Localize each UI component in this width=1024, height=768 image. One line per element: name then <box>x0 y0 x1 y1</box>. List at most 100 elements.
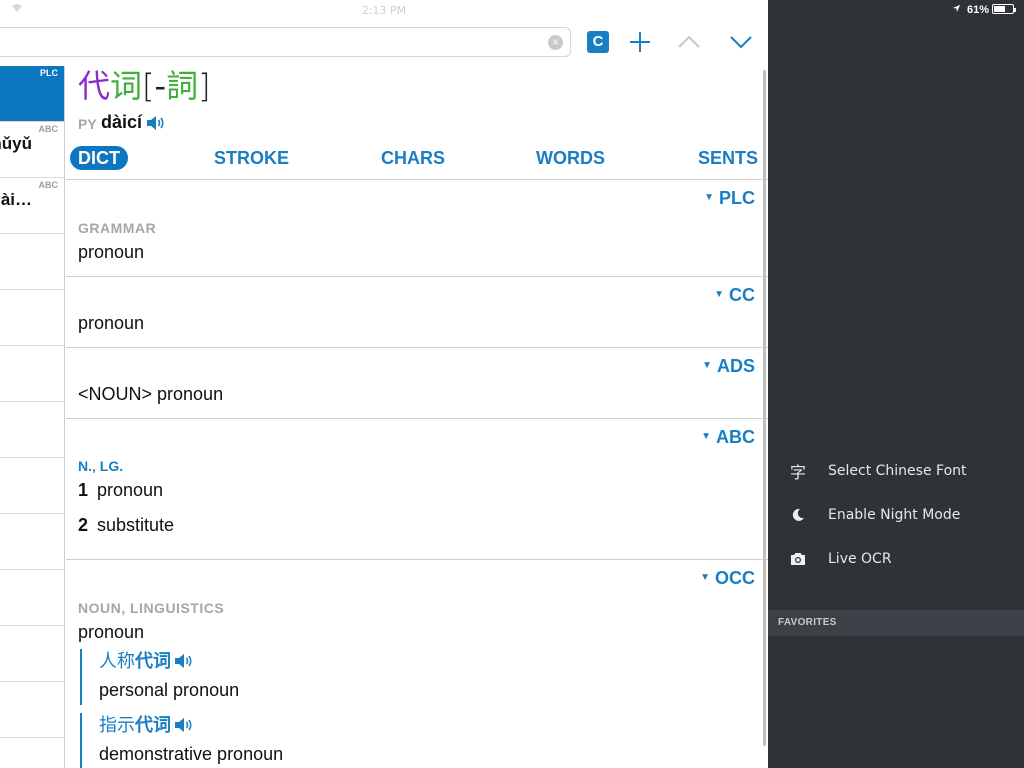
result-list-item[interactable] <box>0 738 64 768</box>
disclosure-triangle-icon: ▼ <box>704 192 714 203</box>
traditional-char-2: 詞 <box>166 67 199 105</box>
definition-section-occ: ▼ OCC NOUN, LINGUISTICS pronoun 人称代词 pers… <box>66 560 768 768</box>
chinese-character-icon: 字 <box>789 463 806 482</box>
result-list-item[interactable]: ABC ài… <box>0 178 64 234</box>
source-label: CC <box>729 285 755 305</box>
menu-select-chinese-font[interactable]: 字 Select Chinese Font <box>768 451 1024 495</box>
speaker-icon[interactable] <box>146 115 166 131</box>
menu-live-ocr[interactable]: Live OCR <box>768 539 1024 583</box>
definition-text: pronoun <box>78 313 145 333</box>
example-headword: 代词 <box>135 715 171 736</box>
headword-char-2: 词 <box>110 67 143 105</box>
status-time: 2:13 PM <box>361 4 407 17</box>
result-list-item[interactable] <box>0 570 64 626</box>
result-list-item[interactable] <box>0 290 64 346</box>
traditional-bracket-close: ] <box>198 67 211 105</box>
favorites-label: FAVORITES <box>778 617 837 628</box>
menu-label: Enable Night Mode <box>828 507 961 523</box>
source-toggle-cc[interactable]: ▼ CC <box>714 285 755 306</box>
chevron-down-icon[interactable] <box>726 27 756 57</box>
menu-enable-night-mode[interactable]: Enable Night Mode <box>768 495 1024 539</box>
result-source-badge: ABC <box>38 180 59 190</box>
search-input[interactable] <box>3 33 523 51</box>
pos-linguistics: LG. <box>99 458 124 474</box>
source-label: OCC <box>715 568 755 588</box>
location-arrow-icon <box>952 4 961 16</box>
sense-text: pronoun <box>97 480 164 500</box>
result-list-item[interactable] <box>0 234 64 290</box>
battery-percent: 61% <box>966 4 989 16</box>
source-toggle-abc[interactable]: ▼ ABC <box>701 427 755 448</box>
result-list-item[interactable]: PLC <box>0 66 64 122</box>
headword: 代词[-詞] <box>78 66 211 106</box>
definition-text: pronoun <box>78 622 145 642</box>
disclosure-triangle-icon: ▼ <box>701 431 711 442</box>
headword-char-1: 代 <box>78 67 111 105</box>
toolbar: × C <box>0 22 768 66</box>
entry-tabs: DICT STROKE CHARS WORDS SENTS <box>66 146 768 170</box>
result-list-item[interactable] <box>0 402 64 458</box>
scroll-indicator[interactable] <box>763 70 766 746</box>
disclosure-triangle-icon: ▼ <box>700 572 710 583</box>
menu-label: Live OCR <box>828 551 892 567</box>
clear-search-button[interactable]: × <box>548 35 563 50</box>
add-icon[interactable] <box>625 27 655 57</box>
example-chinese: 指示代词 <box>99 713 580 739</box>
definition-section-ads: ▼ ADS <NOUN> pronoun <box>66 348 768 419</box>
pinyin-label: PY <box>78 116 97 132</box>
result-list-item[interactable] <box>0 458 64 514</box>
result-list-item[interactable] <box>0 626 64 682</box>
result-list-item[interactable] <box>0 514 64 570</box>
camera-icon <box>788 551 808 571</box>
example-headword: 代词 <box>135 651 171 672</box>
definition-section-cc: ▼ CC pronoun <box>66 277 768 348</box>
example-english: personal pronoun <box>99 680 240 700</box>
pos-noun: N. <box>78 458 92 474</box>
result-text: nǔyǔ <box>0 134 32 153</box>
battery-tip <box>1014 8 1016 12</box>
definition-section-abc: ▼ ABC N., LG. 1 pronoun 2 substitute <box>66 419 768 560</box>
traditional-dash: - <box>154 67 167 105</box>
tab-words[interactable]: WORDS <box>536 146 605 170</box>
tab-dict[interactable]: DICT <box>70 146 128 170</box>
pos-separator: , <box>92 458 100 474</box>
entry-header: 代词[-詞] PY dàicí DICT STROKE CHARS WORDS … <box>66 66 768 180</box>
result-source-badge: PLC <box>40 68 58 78</box>
result-source-badge: ABC <box>38 124 59 134</box>
example-prefix: 指示 <box>99 715 135 736</box>
speaker-icon[interactable] <box>174 651 194 668</box>
source-toggle-plc[interactable]: ▼ PLC <box>704 188 755 209</box>
source-label: PLC <box>719 188 755 208</box>
definition-text: <NOUN> pronoun <box>78 384 224 404</box>
tab-stroke[interactable]: STROKE <box>214 146 289 170</box>
result-list-item[interactable]: ABC nǔyǔ <box>0 122 64 178</box>
tab-sents[interactable]: SENTS <box>698 146 758 170</box>
source-toggle-occ[interactable]: ▼ OCC <box>700 568 755 589</box>
chevron-up-icon[interactable] <box>674 27 704 57</box>
status-bar-right: 61% <box>952 4 1016 16</box>
sense-number: 2 <box>78 515 89 535</box>
clipboard-reader-button[interactable]: C <box>587 31 609 53</box>
favorites-header: FAVORITES <box>768 610 1024 636</box>
moon-icon <box>788 507 808 527</box>
example-sentence[interactable]: 指示代词 demonstrative pronoun <box>80 713 580 768</box>
sense-text: substitute <box>97 515 175 535</box>
result-list-item[interactable] <box>0 682 64 738</box>
speaker-icon[interactable] <box>174 715 194 732</box>
example-prefix: 人称 <box>99 651 135 672</box>
disclosure-triangle-icon: ▼ <box>702 360 712 371</box>
definition-text: pronoun <box>78 242 145 262</box>
example-chinese: 人称代词 <box>99 649 580 675</box>
tab-chars[interactable]: CHARS <box>381 146 445 170</box>
search-box[interactable]: × <box>0 27 571 57</box>
result-list-item[interactable] <box>0 346 64 402</box>
source-label: ABC <box>716 427 755 447</box>
part-of-speech: N., LG. <box>78 458 123 474</box>
disclosure-triangle-icon: ▼ <box>714 289 724 300</box>
traditional-bracket-open: [ <box>142 67 155 105</box>
side-menu: 61% 字 Select Chinese Font Enable Night M… <box>768 0 1024 768</box>
example-sentence[interactable]: 人称代词 personal pronoun <box>80 649 580 705</box>
source-toggle-ads[interactable]: ▼ ADS <box>702 356 755 377</box>
battery-level <box>994 6 1005 12</box>
sense-number: 1 <box>78 480 89 500</box>
